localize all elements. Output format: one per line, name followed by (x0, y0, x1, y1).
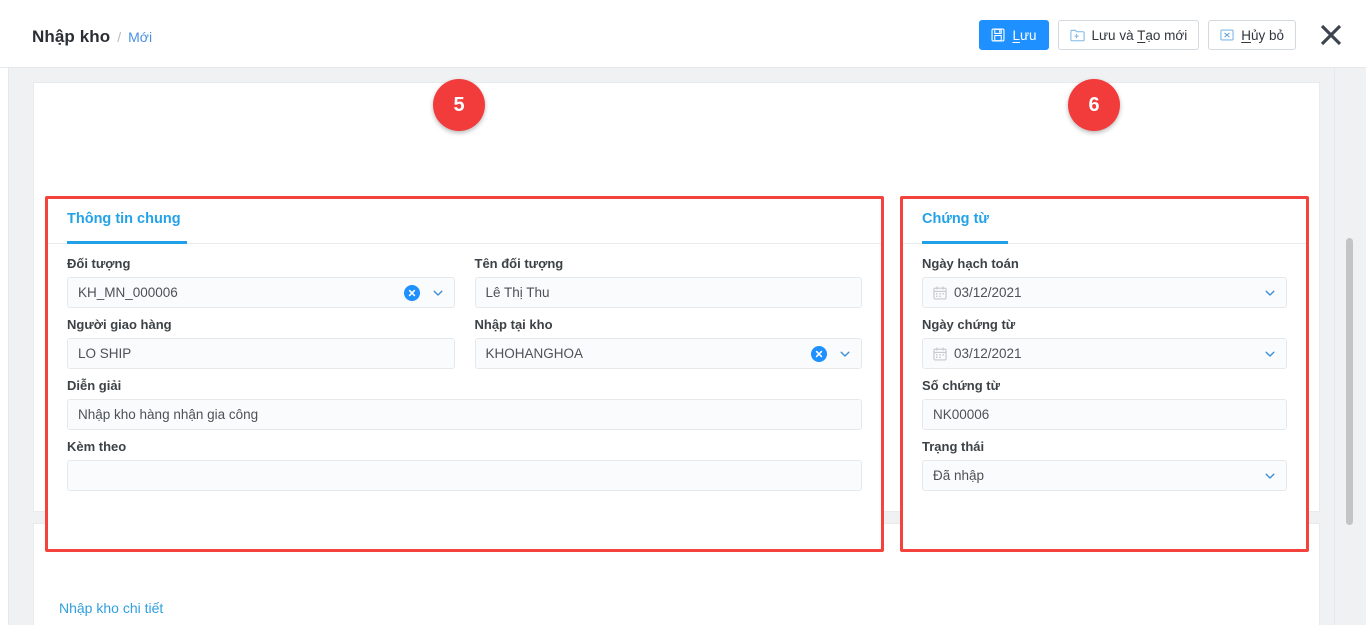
page-body: Thông tin chung Đối tượng KH_MN_000006 T… (0, 68, 1366, 625)
thong-tin-chung-panel: Thông tin chung Đối tượng KH_MN_000006 T… (45, 196, 884, 552)
general-col-right-2: Nhập tại kho KHOHANGHOA (474, 317, 862, 378)
clear-icon-nhap-tai-kho[interactable] (811, 345, 827, 362)
label-nhap-tai-kho: Nhập tại kho (474, 317, 553, 332)
general-col-left-2: Người giao hàng LO SHIP (67, 317, 455, 378)
cancel-button[interactable]: Hủy bỏ (1208, 20, 1296, 50)
tab-chung-tu-underline (922, 241, 1008, 244)
input-dien-giai[interactable]: Nhập kho hàng nhận gia công (67, 399, 862, 430)
save-button[interactable]: Lưu (979, 20, 1049, 50)
chevron-down-icon-doi-tuong[interactable] (432, 287, 444, 299)
app-root: Nhập kho / Mới Lưu Lưu và Tạo mới Hủy bỏ… (0, 0, 1366, 625)
boxed-x-icon (1220, 28, 1234, 42)
input-doi-tuong[interactable]: KH_MN_000006 (67, 277, 455, 308)
tab-nhap-kho-chi-tiet[interactable]: Nhập kho chi tiết (59, 600, 163, 616)
calendar-icon-ngay-hach-toan (933, 285, 947, 300)
chevron-down-icon-ngay-chung-tu[interactable] (1264, 348, 1276, 360)
document-tabbar: Chứng từ (903, 199, 1306, 244)
general-row-1: Đối tượng KH_MN_000006 Tên đối tượng Lê … (67, 256, 862, 317)
tab-chung-tu[interactable]: Chứng từ (922, 211, 989, 227)
label-kem-theo: Kèm theo (67, 439, 127, 454)
vertical-scrollbar-thumb[interactable] (1346, 238, 1353, 525)
input-nhap-tai-kho[interactable]: KHOHANGHOA (474, 338, 862, 369)
document-panel-body: Ngày hạch toán 03/12/2021 Ngày chứng từ … (903, 244, 1306, 491)
input-kem-theo[interactable] (67, 460, 862, 491)
label-nguoi-giao-hang: Người giao hàng (67, 317, 172, 332)
value-doi-tuong: KH_MN_000006 (78, 285, 178, 300)
breadcrumb-current[interactable]: Mới (128, 29, 152, 45)
tab-thong-tin-chung-underline (67, 241, 187, 244)
chevron-down-icon-nhap-tai-kho[interactable] (839, 348, 851, 360)
folder-plus-icon (1069, 28, 1085, 42)
save-label-rest: ưu (1019, 27, 1037, 43)
calendar-icon-ngay-chung-tu (933, 346, 947, 361)
breadcrumb-separator: / (117, 29, 122, 45)
general-panel-body: Đối tượng KH_MN_000006 Tên đối tượng Lê … (48, 244, 881, 491)
save-floppy-icon (991, 28, 1005, 42)
page-title: Nhập kho (32, 27, 111, 46)
field-dien-giai: Diễn giải Nhập kho hàng nhận gia công (67, 378, 862, 430)
save-and-new-label-pre: Lưu và (1091, 27, 1138, 43)
input-ngay-chung-tu[interactable]: 03/12/2021 (922, 338, 1287, 369)
input-nguoi-giao-hang[interactable]: LO SHIP (67, 338, 455, 369)
breadcrumb: Nhập kho / Mới (32, 27, 152, 47)
close-x-icon[interactable] (1314, 18, 1348, 52)
label-doi-tuong: Đối tượng (67, 256, 131, 271)
save-accel: L (1012, 27, 1020, 43)
field-trang-thai: Trạng thái Đã nhập (922, 439, 1287, 491)
label-so-chung-tu: Số chứng từ (922, 378, 1001, 393)
value-ngay-hach-toan: 03/12/2021 (954, 285, 1022, 300)
cancel-button-label: Hủy bỏ (1241, 28, 1284, 43)
field-nhap-tai-kho: Nhập tại kho KHOHANGHOA (474, 317, 862, 369)
input-trang-thai[interactable]: Đã nhập (922, 460, 1287, 491)
cancel-accel: H (1241, 27, 1251, 43)
label-ten-doi-tuong: Tên đối tượng (474, 256, 564, 271)
general-col-left-1: Đối tượng KH_MN_000006 (67, 256, 455, 317)
general-row-2: Người giao hàng LO SHIP Nhập tại kho KHO… (67, 317, 862, 378)
content-canvas: Thông tin chung Đối tượng KH_MN_000006 T… (9, 68, 1334, 625)
label-ngay-hach-toan: Ngày hạch toán (922, 256, 1019, 271)
input-ngay-hach-toan[interactable]: 03/12/2021 (922, 277, 1287, 308)
value-ngay-chung-tu: 03/12/2021 (954, 346, 1022, 361)
field-doi-tuong: Đối tượng KH_MN_000006 (67, 256, 455, 308)
field-ten-doi-tuong: Tên đối tượng Lê Thị Thu (474, 256, 862, 308)
save-and-new-button-label: Lưu và Tạo mới (1092, 28, 1188, 43)
value-so-chung-tu: NK00006 (933, 407, 990, 422)
header-actions: Lưu Lưu và Tạo mới Hủy bỏ (979, 18, 1348, 52)
input-so-chung-tu[interactable]: NK00006 (922, 399, 1287, 430)
page-header: Nhập kho / Mới Lưu Lưu và Tạo mới Hủy bỏ (0, 0, 1366, 68)
field-ngay-chung-tu: Ngày chứng từ 03/12/2021 (922, 317, 1287, 369)
save-button-label: Lưu (1012, 28, 1036, 43)
field-kem-theo: Kèm theo (67, 439, 862, 491)
value-trang-thai: Đã nhập (933, 468, 985, 483)
cancel-label-rest: ủy bỏ (1250, 27, 1284, 43)
field-nguoi-giao-hang: Người giao hàng LO SHIP (67, 317, 455, 369)
vertical-scrollbar-track[interactable] (1334, 68, 1366, 625)
value-dien-giai: Nhập kho hàng nhận gia công (78, 407, 259, 422)
general-tabbar: Thông tin chung (48, 199, 881, 244)
chevron-down-icon-ngay-hach-toan[interactable] (1264, 287, 1276, 299)
label-ngay-chung-tu: Ngày chứng từ (922, 317, 1016, 332)
value-ten-doi-tuong: Lê Thị Thu (485, 285, 550, 300)
value-nhap-tai-kho: KHOHANGHOA (485, 346, 584, 361)
general-col-right-1: Tên đối tượng Lê Thị Thu (474, 256, 862, 317)
save-and-new-label-rest: ạo mới (1145, 27, 1188, 43)
value-nguoi-giao-hang: LO SHIP (78, 346, 132, 361)
field-so-chung-tu: Số chứng từ NK00006 (922, 378, 1287, 430)
label-trang-thai: Trạng thái (922, 439, 985, 454)
clear-icon-doi-tuong[interactable] (403, 284, 420, 301)
save-and-new-button[interactable]: Lưu và Tạo mới (1057, 20, 1200, 50)
tab-thong-tin-chung[interactable]: Thông tin chung (67, 211, 181, 227)
input-ten-doi-tuong[interactable]: Lê Thị Thu (474, 277, 862, 308)
left-rail (0, 68, 9, 625)
annotation-badge-5: 5 (433, 79, 485, 131)
annotation-badge-6: 6 (1068, 79, 1120, 131)
field-ngay-hach-toan: Ngày hạch toán 03/12/2021 (922, 256, 1287, 308)
chevron-down-icon-trang-thai[interactable] (1264, 470, 1276, 482)
chung-tu-panel: Chứng từ Ngày hạch toán 03/12/2021 Ngày … (900, 196, 1309, 552)
label-dien-giai: Diễn giải (67, 378, 122, 393)
